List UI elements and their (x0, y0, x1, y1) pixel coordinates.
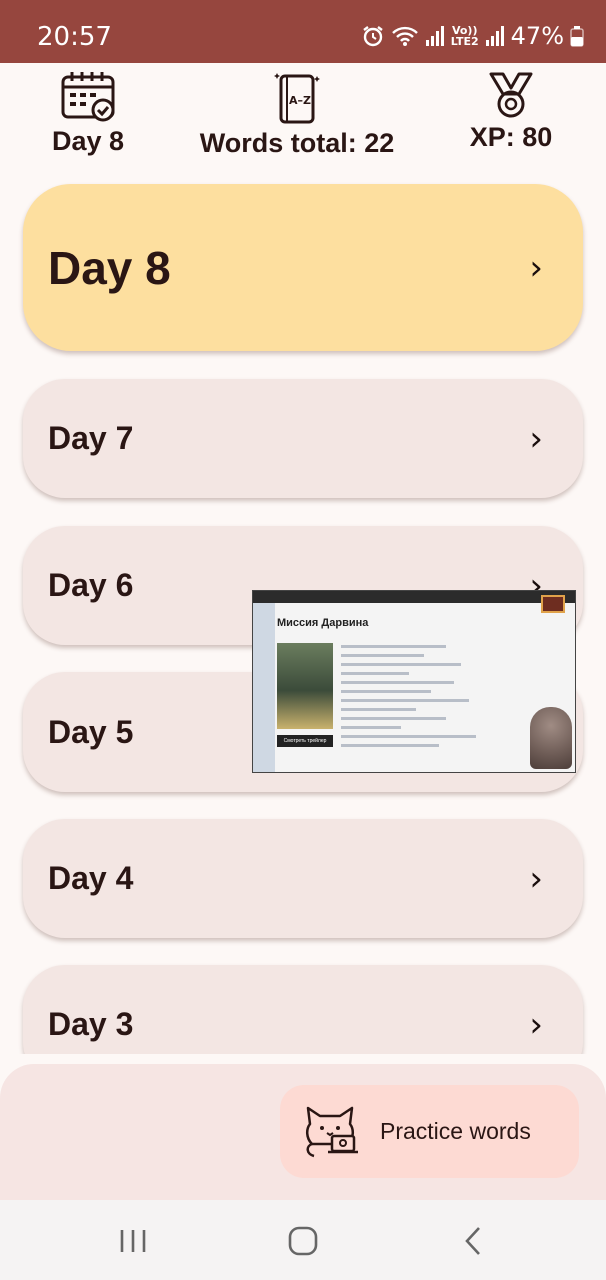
back-icon[interactable] (462, 1222, 486, 1258)
chevron-right-icon: › (529, 858, 543, 899)
day-card-7[interactable]: Day 7 › (23, 379, 583, 498)
day-stat-label: Day 8 (51, 126, 125, 156)
pip-movie-poster (277, 643, 333, 729)
cat-laptop-icon (306, 1106, 358, 1157)
words-total-label: Words total: 22 (199, 128, 395, 158)
day-stat: Day 8 (40, 70, 136, 157)
pip-badge-icon (541, 595, 565, 613)
chevron-right-icon: › (529, 418, 543, 459)
system-nav-bar (0, 1200, 606, 1280)
xp-stat: XP: 80 (462, 70, 560, 153)
day-card-8[interactable]: Day 8 › (23, 184, 583, 351)
chevron-right-icon: › (529, 1004, 543, 1045)
calendar-check-icon (61, 72, 115, 122)
picture-in-picture-window[interactable]: Миссия Дарвина Смотреть трейлер (252, 590, 576, 773)
dictionary-icon: A–Z (274, 73, 320, 124)
xp-label: XP: 80 (469, 122, 553, 152)
chevron-right-icon: › (529, 247, 543, 288)
svg-text:A–Z: A–Z (289, 94, 311, 107)
day-card-label: Day 5 (48, 713, 134, 750)
status-time: 20:57 (37, 22, 112, 52)
status-icons: Vo)) LTE2 47% (361, 22, 584, 50)
practice-words-label: Practice words (380, 1118, 531, 1144)
pip-movie-title: Миссия Дарвина (277, 617, 369, 629)
day-card-4[interactable]: Day 4 › (23, 819, 583, 938)
day-card-label: Day 6 (48, 567, 134, 603)
wifi-icon (391, 26, 418, 46)
words-stat: A–Z Words total: 22 (196, 70, 398, 159)
signal-icon (425, 26, 444, 46)
day-card-label: Day 3 (48, 1006, 134, 1042)
battery-percent: 47% (510, 22, 564, 50)
home-icon[interactable] (288, 1222, 318, 1258)
pip-side-panel (253, 603, 275, 772)
battery-icon (570, 26, 584, 47)
pip-cat-image (530, 707, 572, 769)
signal-icon (485, 26, 504, 46)
day-card-3[interactable]: Day 3 › (23, 965, 583, 1054)
pip-movie-details (341, 645, 491, 753)
recents-icon[interactable] (118, 1222, 148, 1258)
status-bar: 20:57 Vo)) LTE2 47% (0, 0, 606, 63)
medal-icon (489, 72, 533, 118)
network-type: Vo)) LTE2 (451, 25, 479, 47)
alarm-icon (363, 26, 383, 47)
day-card-label: Day 7 (48, 420, 134, 456)
pip-trailer-button: Смотреть трейлер (277, 735, 333, 747)
lte-label: LTE2 (450, 35, 479, 48)
pip-browser-toolbar (253, 591, 575, 603)
day-card-label: Day 8 (48, 241, 171, 294)
day-card-label: Day 4 (48, 860, 134, 896)
practice-words-button[interactable]: Practice words (280, 1085, 579, 1178)
